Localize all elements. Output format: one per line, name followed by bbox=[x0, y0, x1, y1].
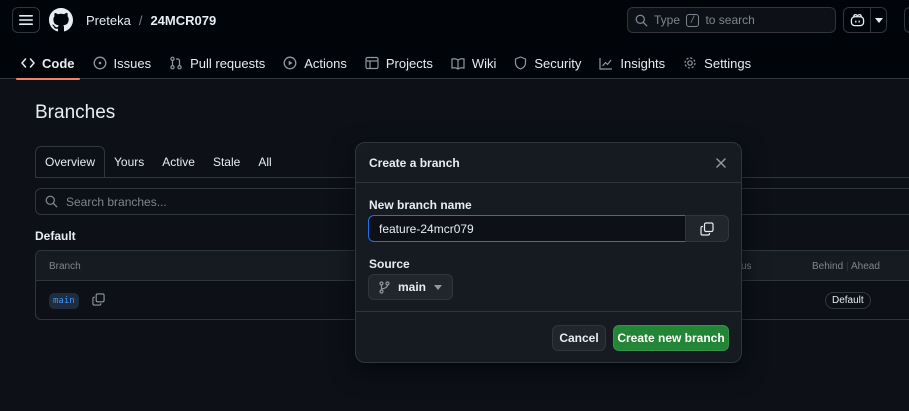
page-title: Branches bbox=[35, 102, 116, 123]
search-suffix: to search bbox=[705, 13, 755, 27]
git-branch-icon bbox=[379, 280, 390, 294]
tab-wiki[interactable]: Wiki bbox=[442, 47, 506, 79]
pull-request-icon bbox=[170, 56, 182, 70]
search-prefix: Type bbox=[654, 13, 681, 27]
dialog-footer-divider bbox=[356, 311, 741, 312]
breadcrumb: Preteka / 24MCR079 bbox=[86, 13, 216, 28]
tab-security[interactable]: Security bbox=[505, 47, 590, 79]
tab-label: Insights bbox=[620, 55, 666, 71]
tab-label: Security bbox=[534, 55, 582, 71]
section-title-default: Default bbox=[35, 229, 76, 243]
code-icon bbox=[21, 58, 35, 68]
tab-label: Wiki bbox=[471, 55, 497, 71]
default-badge: Default bbox=[825, 292, 871, 309]
subtab-overview[interactable]: Overview bbox=[35, 146, 106, 178]
dialog-close-button[interactable] bbox=[714, 156, 728, 170]
tab-label: Pull requests bbox=[190, 55, 266, 71]
copy-icon bbox=[92, 293, 105, 306]
tab-code[interactable]: Code bbox=[12, 47, 84, 80]
search-icon bbox=[635, 14, 648, 26]
global-search[interactable]: Type / to search bbox=[627, 7, 836, 33]
create-branch-dialog: Create a branch New branch name Source m… bbox=[355, 142, 742, 363]
tab-label: Code bbox=[42, 55, 75, 71]
column-header-ahead: Ahead bbox=[851, 261, 880, 272]
column-header-behind: Behind bbox=[812, 261, 844, 272]
repo-nav: Code Issues Pull requests Actions Projec… bbox=[12, 47, 760, 80]
hamburger-icon bbox=[19, 15, 33, 25]
header-overflow-button[interactable] bbox=[904, 7, 909, 33]
tab-projects[interactable]: Projects bbox=[356, 47, 442, 79]
source-branch-value: main bbox=[398, 280, 427, 294]
source-branch-select[interactable]: main bbox=[368, 274, 453, 300]
tab-issues[interactable]: Issues bbox=[84, 47, 161, 79]
breadcrumb-repo[interactable]: 24MCR079 bbox=[150, 13, 216, 28]
column-header-branch: Branch bbox=[49, 261, 81, 272]
tab-label: Actions bbox=[304, 55, 347, 71]
tab-label: Projects bbox=[385, 55, 433, 71]
copilot-icon bbox=[850, 14, 864, 27]
branch-search-placeholder: Search branches... bbox=[66, 194, 167, 209]
tab-settings[interactable]: Settings bbox=[674, 47, 760, 79]
copy-branch-name-button[interactable] bbox=[685, 215, 729, 242]
shield-icon bbox=[515, 56, 527, 70]
github-logo-icon[interactable] bbox=[49, 8, 73, 32]
dialog-header: Create a branch bbox=[356, 143, 741, 183]
branch-filter-tabs: Overview Yours Active Stale All bbox=[35, 146, 281, 178]
book-icon bbox=[451, 57, 465, 70]
branch-name-label: New branch name bbox=[369, 198, 472, 212]
triangle-down-icon bbox=[434, 284, 443, 290]
graph-icon bbox=[599, 57, 613, 70]
subtab-active[interactable]: Active bbox=[153, 146, 204, 178]
app-header: Preteka / 24MCR079 Type / to search Code… bbox=[0, 0, 909, 80]
column-divider: | bbox=[846, 261, 849, 272]
branch-name-input[interactable] bbox=[368, 215, 686, 242]
subtab-yours[interactable]: Yours bbox=[105, 146, 153, 178]
tab-actions[interactable]: Actions bbox=[274, 47, 356, 79]
search-icon bbox=[45, 195, 58, 208]
breadcrumb-separator: / bbox=[138, 13, 143, 28]
copilot-icon-wrapper[interactable] bbox=[844, 8, 871, 32]
copy-branch-name-button[interactable] bbox=[92, 293, 105, 306]
dialog-title: Create a branch bbox=[369, 156, 460, 170]
copy-icon bbox=[700, 221, 714, 236]
play-icon bbox=[283, 56, 297, 70]
branch-name-link[interactable]: main bbox=[49, 293, 79, 309]
tab-label: Issues bbox=[113, 55, 152, 71]
tab-insights[interactable]: Insights bbox=[590, 47, 674, 79]
subtab-stale[interactable]: Stale bbox=[204, 146, 249, 178]
source-label: Source bbox=[369, 257, 410, 271]
tab-label: Settings bbox=[704, 55, 752, 71]
create-new-branch-button[interactable]: Create new branch bbox=[613, 325, 729, 351]
cancel-button[interactable]: Cancel bbox=[552, 325, 606, 351]
close-icon bbox=[716, 158, 726, 168]
subtab-all[interactable]: All bbox=[249, 146, 280, 178]
gear-icon bbox=[684, 57, 696, 69]
table-icon bbox=[365, 56, 379, 70]
issue-icon bbox=[93, 56, 106, 70]
search-shortcut-key: / bbox=[686, 13, 700, 27]
copilot-button[interactable] bbox=[843, 7, 887, 33]
menu-button[interactable] bbox=[12, 7, 40, 33]
tab-pull-requests[interactable]: Pull requests bbox=[160, 47, 274, 79]
triangle-down-icon bbox=[874, 17, 883, 23]
copilot-dropdown[interactable] bbox=[871, 17, 886, 23]
breadcrumb-owner[interactable]: Preteka bbox=[86, 13, 131, 28]
column-header-status: us bbox=[741, 261, 752, 272]
